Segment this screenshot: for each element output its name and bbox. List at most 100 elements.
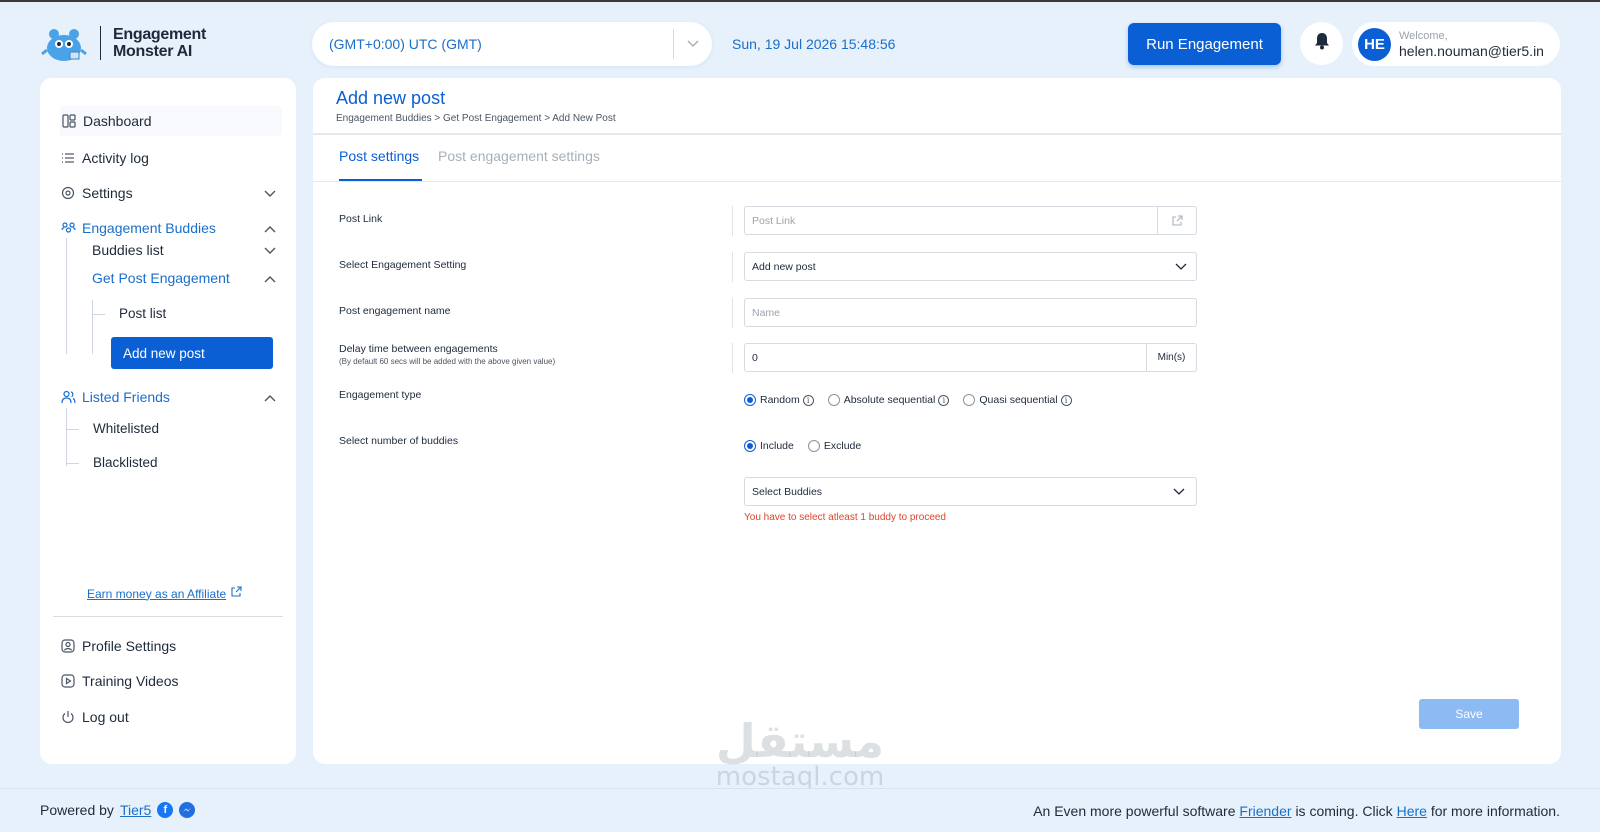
users-group-icon (60, 220, 76, 236)
sidebar-item-label: Settings (82, 185, 133, 201)
sidebar-item-activity-log[interactable]: Activity log (60, 150, 149, 166)
post-engagement-name-field (744, 298, 1197, 327)
save-button[interactable]: Save (1419, 699, 1519, 729)
logo-line-1: Engagement (113, 26, 207, 43)
monster-mascot-icon (40, 24, 88, 62)
radio-label: Include (760, 440, 794, 452)
user-circle-icon (60, 638, 76, 654)
logo-divider (100, 26, 101, 60)
users-icon (60, 389, 76, 405)
friender-link[interactable]: Friender (1239, 803, 1291, 819)
radio-unselected[interactable] (963, 394, 976, 406)
messenger-icon[interactable] (179, 802, 196, 818)
sidebar-item-add-new-post[interactable]: Add new post (111, 337, 273, 369)
here-link[interactable]: Here (1397, 803, 1427, 819)
delay-input[interactable] (745, 344, 1146, 371)
radio-unselected[interactable] (807, 440, 820, 452)
engagement-setting-label: Select Engagement Setting (339, 259, 467, 271)
engagement-type-absolute-sequential[interactable]: Absolute sequential i (827, 394, 950, 406)
user-email: helen.nouman@tier5.in (1399, 42, 1544, 59)
engagement-type-radio-group: Random i Absolute sequential i Quasi seq… (744, 394, 1086, 406)
field-divider (732, 298, 733, 328)
radio-unselected[interactable] (827, 394, 840, 406)
post-engagement-name-input[interactable] (745, 299, 1196, 326)
sidebar-item-label: Get Post Engagement (92, 270, 230, 286)
chevron-up-icon[interactable] (264, 389, 276, 405)
sidebar-item-blacklisted[interactable]: Blacklisted (93, 455, 158, 470)
tab-post-settings[interactable]: Post settings (339, 148, 419, 164)
info-icon[interactable]: i (938, 394, 950, 406)
footer: Powered by Tier5 f An Even more powerful… (0, 788, 1600, 832)
radio-label: Exclude (823, 440, 862, 452)
notifications-button[interactable] (1300, 22, 1343, 65)
buddy-mode-radio-group: Include Exclude (744, 440, 875, 452)
tab-post-engagement-settings[interactable]: Post engagement settings (438, 148, 600, 164)
current-datetime: Sun, 19 Jul 2026 15:48:56 (732, 36, 896, 52)
chevron-up-icon[interactable] (264, 270, 276, 286)
post-link-input[interactable] (745, 207, 1157, 234)
chevron-down-icon (1162, 488, 1196, 496)
engagement-setting-select[interactable]: Add new post (744, 252, 1197, 281)
tree-branch (67, 463, 79, 464)
radio-label: Absolute sequential (843, 394, 936, 406)
notice-text-3: for more information. (1430, 803, 1560, 819)
field-divider (732, 343, 733, 373)
tree-branch (93, 314, 105, 315)
buddy-mode-include[interactable]: Include (744, 440, 794, 452)
engagement-type-quasi-sequential[interactable]: Quasi sequential i (963, 394, 1072, 406)
sidebar-item-label: Profile Settings (82, 638, 177, 654)
buddy-mode-exclude[interactable]: Exclude (807, 440, 862, 452)
sidebar-item-whitelisted[interactable]: Whitelisted (93, 421, 159, 436)
sidebar-item-dashboard[interactable]: Dashboard (60, 106, 282, 136)
info-icon[interactable]: i (1060, 394, 1072, 406)
timezone-select[interactable]: (GMT+0:00) UTC (GMT) (312, 22, 712, 66)
sidebar-item-label: Log out (82, 709, 129, 725)
radio-selected[interactable] (744, 440, 756, 452)
sidebar-item-listed-friends[interactable]: Listed Friends (60, 389, 276, 405)
sidebar-item-profile-settings[interactable]: Profile Settings (60, 638, 176, 654)
select-buddies-dropdown[interactable]: Select Buddies (744, 477, 1197, 506)
affiliate-link[interactable]: Earn money as an Affiliate (87, 586, 242, 601)
sidebar-item-engagement-buddies[interactable]: Engagement Buddies (60, 220, 276, 236)
powered-by: Powered by Tier5 f (40, 802, 196, 818)
logo-line-2: Monster AI (113, 43, 193, 60)
avatar: HE (1358, 27, 1391, 61)
facebook-icon[interactable]: f (157, 802, 174, 818)
top-header: Engagement Monster AI (GMT+0:00) UTC (GM… (0, 2, 1600, 78)
sidebar-item-label: Engagement Buddies (82, 220, 216, 236)
user-profile-menu[interactable]: HE Welcome, helen.nouman@tier5.in (1352, 22, 1560, 66)
validation-error: You have to select atleast 1 buddy to pr… (744, 512, 946, 523)
breadcrumb: Engagement Buddies > Get Post Engagement… (336, 113, 616, 124)
tree-line (66, 238, 67, 354)
timezone-value: (GMT+0:00) UTC (GMT) (329, 36, 482, 52)
sidebar-divider (53, 616, 283, 617)
run-engagement-button[interactable]: Run Engagement (1128, 23, 1281, 65)
field-divider (732, 206, 733, 236)
chevron-down-icon[interactable] (264, 185, 276, 201)
chevron-up-icon[interactable] (264, 220, 276, 236)
tier5-link[interactable]: Tier5 (120, 802, 151, 818)
delay-label-text: Delay time between engagements (339, 343, 498, 355)
list-icon (60, 150, 76, 166)
sidebar-item-settings[interactable]: Settings (60, 185, 276, 201)
external-link-icon (230, 586, 242, 601)
sidebar-item-get-post-engagement[interactable]: Get Post Engagement (92, 270, 276, 286)
sidebar-item-training-videos[interactable]: Training Videos (60, 673, 179, 689)
radio-label: Random (760, 394, 800, 406)
play-video-icon (60, 673, 76, 689)
delay-unit: Min(s) (1146, 344, 1196, 371)
sidebar-item-log-out[interactable]: Log out (60, 709, 129, 725)
engagement-type-random[interactable]: Random i (744, 394, 814, 406)
app-logo[interactable]: Engagement Monster AI (40, 24, 206, 62)
radio-selected[interactable] (744, 394, 756, 406)
main-panel: Add new post Engagement Buddies > Get Po… (313, 78, 1561, 764)
sidebar-item-buddies-list[interactable]: Buddies list (92, 242, 276, 258)
sidebar-item-post-list[interactable]: Post list (119, 306, 166, 321)
sidebar-item-label: Buddies list (92, 242, 164, 258)
engagement-type-label: Engagement type (339, 389, 422, 401)
chevron-down-icon[interactable] (264, 242, 276, 258)
info-icon[interactable]: i (802, 394, 814, 406)
chevron-down-icon[interactable] (674, 40, 712, 48)
page-title: Add new post (336, 88, 446, 108)
open-link-button[interactable] (1157, 207, 1196, 234)
